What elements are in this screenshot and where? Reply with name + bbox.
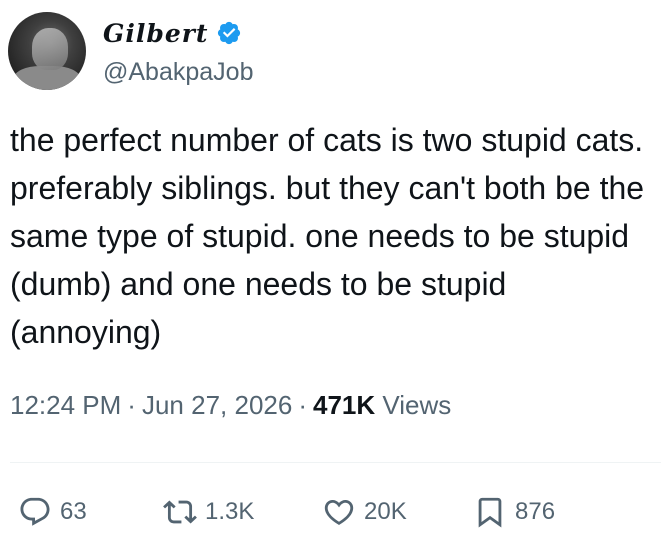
action-bar: 63 1.3K 20K 876: [0, 488, 661, 536]
tweet-time[interactable]: 12:24 PM: [10, 390, 121, 420]
bookmark-button[interactable]: 876: [473, 488, 555, 536]
bookmark-count: 876: [515, 498, 556, 525]
reply-bubble-icon: [20, 497, 50, 526]
retweet-icon: [163, 500, 197, 524]
like-button[interactable]: 20K: [322, 488, 407, 536]
display-name-row: Gilbert: [103, 14, 253, 52]
bookmark-icon: [478, 497, 502, 528]
retweet-button[interactable]: 1.3K: [163, 488, 254, 536]
retweet-count: 1.3K: [205, 498, 255, 525]
heart-icon: [324, 499, 354, 525]
avatar-hand: [32, 28, 68, 70]
reply-button[interactable]: 63: [18, 488, 87, 536]
divider: [10, 462, 661, 463]
tweet-header: Gilbert @AbakpaJob: [8, 10, 648, 90]
tweet-meta: 12:24 PM · Jun 27, 2026 · 471K Views: [10, 390, 451, 421]
display-name[interactable]: Gilbert: [103, 19, 208, 48]
reply-count: 63: [60, 498, 87, 525]
author-handle[interactable]: @AbakpaJob: [103, 58, 253, 87]
author-names: Gilbert @AbakpaJob: [103, 14, 253, 87]
views-label: Views: [382, 390, 452, 420]
tweet-text: the perfect number of cats is two stupid…: [10, 122, 653, 350]
views-count: 471K: [313, 390, 376, 420]
like-count: 20K: [364, 498, 407, 525]
verified-badge-icon: [218, 21, 241, 45]
tweet-date[interactable]: Jun 27, 2026: [142, 390, 292, 420]
avatar[interactable]: [8, 12, 86, 90]
meta-separator: ·: [127, 390, 136, 420]
meta-separator: ·: [298, 390, 307, 420]
